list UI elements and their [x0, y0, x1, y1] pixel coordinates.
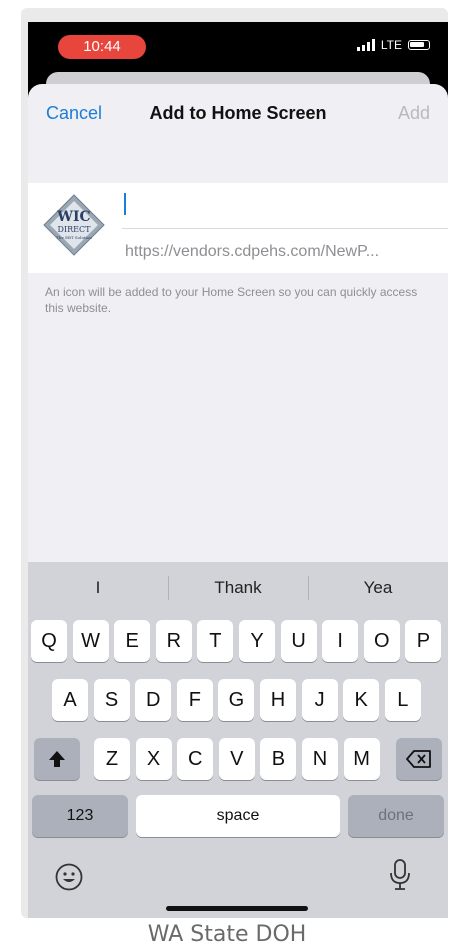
url-label: https://vendors.cdpehs.com/NewP...: [125, 243, 380, 260]
key-u[interactable]: U: [280, 620, 317, 662]
backspace-key[interactable]: [396, 738, 442, 780]
key-z[interactable]: Z: [94, 738, 130, 780]
home-indicator: [166, 906, 308, 911]
title-input[interactable]: [122, 183, 448, 227]
battery-icon: [408, 40, 430, 50]
backspace-icon: [406, 750, 431, 768]
key-j[interactable]: J: [301, 679, 338, 721]
key-d[interactable]: D: [135, 679, 172, 721]
sheet-title: Add to Home Screen: [149, 103, 327, 123]
done-key[interactable]: done: [348, 795, 444, 837]
status-bar: 10:44 LTE: [28, 22, 448, 78]
key-l[interactable]: L: [384, 679, 421, 721]
signal-icon: [356, 39, 375, 51]
website-icon: WIC DIRECT The EBT Solution: [42, 193, 106, 257]
key-f[interactable]: F: [176, 679, 213, 721]
key-b[interactable]: B: [260, 738, 297, 780]
card-divider: [122, 228, 448, 229]
suggestion-2[interactable]: Thank: [168, 562, 308, 608]
status-time: 10:44: [58, 35, 146, 59]
key-r[interactable]: R: [155, 620, 192, 662]
icon-text-mid: DIRECT: [58, 225, 92, 234]
suggestion-separator: [308, 576, 309, 600]
key-n[interactable]: N: [302, 738, 338, 780]
key-c[interactable]: C: [177, 738, 214, 780]
add-button[interactable]: Add: [398, 103, 430, 124]
key-y[interactable]: Y: [239, 620, 275, 662]
key-a[interactable]: A: [52, 679, 88, 721]
microphone-icon[interactable]: [388, 858, 412, 892]
image-caption: WA State DOH: [147, 922, 307, 945]
text-caret: [124, 193, 126, 215]
network-label: LTE: [380, 38, 402, 52]
key-p[interactable]: P: [405, 620, 442, 662]
shift-icon: [49, 751, 65, 767]
bookmark-card: WIC DIRECT The EBT Solution https://vend…: [28, 183, 448, 273]
key-k[interactable]: K: [343, 679, 380, 721]
key-i[interactable]: I: [322, 620, 359, 662]
key-t[interactable]: T: [197, 620, 234, 662]
key-e[interactable]: E: [114, 620, 151, 662]
key-g[interactable]: G: [218, 679, 255, 721]
space-key[interactable]: space: [136, 795, 340, 837]
icon-text-top: WIC: [56, 209, 90, 225]
status-indicators: LTE: [356, 38, 430, 52]
emoji-icon[interactable]: [54, 862, 84, 892]
suggestion-1[interactable]: I: [28, 562, 168, 608]
numbers-key[interactable]: 123: [32, 795, 128, 837]
icon-text-bottom: The EBT Solution: [56, 235, 92, 240]
key-w[interactable]: W: [72, 620, 109, 662]
key-q[interactable]: Q: [31, 620, 67, 662]
key-x[interactable]: X: [135, 738, 172, 780]
key-h[interactable]: H: [260, 679, 296, 721]
suggestion-separator: [168, 576, 169, 600]
info-note: An icon will be added to your Home Scree…: [45, 285, 418, 315]
key-o[interactable]: O: [363, 620, 400, 662]
key-s[interactable]: S: [93, 679, 130, 721]
suggestion-3[interactable]: Yea: [308, 562, 448, 608]
sheet-navbar: Cancel Add to Home Screen Add: [28, 84, 448, 140]
shift-key[interactable]: [34, 738, 80, 780]
add-to-home-sheet: Cancel Add to Home Screen Add WIC DIRECT…: [28, 84, 448, 918]
key-v[interactable]: V: [218, 738, 255, 780]
key-m[interactable]: M: [343, 738, 380, 780]
keyboard: I Thank Yea 123 space done Q W E R T Y U…: [28, 562, 448, 918]
suggestion-bar: I Thank Yea: [28, 562, 448, 608]
phone-screen: 10:44 LTE Cancel Add to Home Screen Add …: [28, 22, 448, 918]
